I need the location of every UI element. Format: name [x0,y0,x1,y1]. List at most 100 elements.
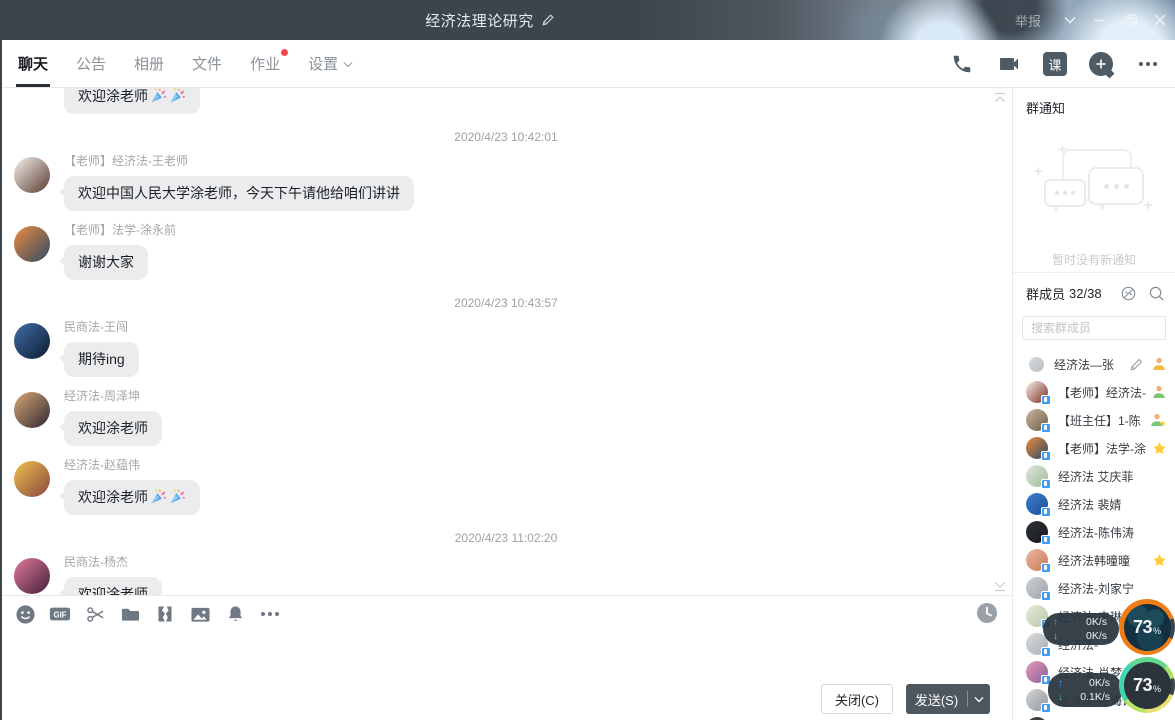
tab-5[interactable]: 设置 [306,40,355,87]
more-actions-icon[interactable] [1135,51,1161,77]
member-name: 经济法 艾庆菲 [1058,468,1167,485]
restore-button[interactable] [1115,0,1145,40]
image-icon[interactable] [189,603,211,625]
tab-3[interactable]: 文件 [190,40,224,87]
member-row-self[interactable]: 经济法—张 [1013,350,1175,378]
message-bubble: 欢迎涂老师 [64,480,200,515]
mute-icon[interactable] [1119,284,1137,302]
message-history-icon[interactable] [976,602,998,624]
message-bubble-partial: 欢迎涂老师 [64,88,200,114]
sender-name: 经济法-赵蕴伟 [64,458,1012,473]
member-avatar [1026,689,1048,711]
chat-message-list: 欢迎涂老师2020/4/23 10:42:01【老师】经济法-王老师欢迎中国人民… [0,88,1012,595]
tab-label: 聊天 [18,53,48,74]
member-avatar [1026,549,1048,571]
shake-window-icon[interactable] [154,603,176,625]
avatar[interactable] [14,558,50,594]
percent-gauge-1[interactable]: 73% [1119,599,1175,655]
tab-4[interactable]: 作业 [248,40,282,87]
member-name: 【老师】法学-涂 [1058,440,1148,457]
member-row[interactable]: 【老师】法学-涂 [1013,434,1175,462]
avatar[interactable] [14,392,50,428]
message-bubble: 谢谢大家 [64,245,148,280]
send-options-chevron-icon[interactable] [968,696,990,703]
video-call-icon[interactable] [996,51,1022,77]
avatar[interactable] [14,461,50,497]
net-speed-pill-2[interactable]: ↑0K/s ↓0.1K/s [1048,673,1122,707]
minimize-button[interactable] [1085,0,1115,40]
send-button-label[interactable]: 发送(S) [906,690,967,709]
tab-1[interactable]: 公告 [74,40,108,87]
tab-label: 文件 [192,53,222,74]
tab-actions: 课 [949,40,1161,88]
search-icon[interactable] [1147,284,1165,302]
member-row[interactable]: 经济法 裴婧 [1013,490,1175,518]
message: 经济法-周泽坤欢迎涂老师 [0,389,1012,446]
tab-2[interactable]: 相册 [132,40,166,87]
gif-icon[interactable]: GIF [49,603,71,625]
percent-gauge-2[interactable]: 73% [1119,657,1175,713]
star-icon [1152,553,1167,568]
notice-empty-text: 暂时没有新通知 [1013,251,1175,268]
emoji-icon[interactable] [14,603,36,625]
message: 【老师】法学-涂永前谢谢大家 [0,223,1012,280]
tab-label: 相册 [134,53,164,74]
person-orange-icon [1151,356,1167,372]
mobile-online-badge [1041,507,1051,517]
edit-title-icon[interactable] [541,13,555,27]
mobile-online-badge [1041,535,1051,545]
net-speed-widget-2[interactable]: ↑0K/s ↓0.1K/s 73% [1048,657,1175,715]
report-link[interactable]: 举报 [1015,11,1041,30]
net-speed-widget-1[interactable]: ↑0K/s ↓0K/s 73% [1043,599,1175,655]
scroll-to-bottom-icon[interactable] [992,578,1008,594]
download-speed: 0.1K/s [1080,691,1110,704]
class-icon[interactable]: 课 [1043,52,1067,76]
member-row[interactable]: 经济法-陈伟涛 [1013,518,1175,546]
more-tools-icon[interactable] [259,603,281,625]
mobile-online-badge [1041,563,1051,573]
member-row[interactable]: 经济法-刘家宁 [1013,574,1175,602]
scroll-to-top-icon[interactable] [992,90,1008,106]
member-row[interactable]: 经济法韩曈曈 [1013,546,1175,574]
titlebar: 经济法理论研究 举报 [0,0,1175,40]
avatar[interactable] [14,323,50,359]
bell-icon[interactable] [224,603,246,625]
upload-speed: 0K/s [1089,677,1110,690]
file-folder-icon[interactable] [119,603,141,625]
members-header: 群成员 32/38 [1013,280,1175,306]
message-bubble: 期待ing [64,342,139,377]
net-speed-pill-1[interactable]: ↑0K/s ↓0K/s [1043,613,1119,645]
tabs: 聊天 公告 相册 文件 作业设置 [0,40,355,87]
member-row[interactable]: 【班主任】1-陈 [1013,406,1175,434]
sender-name: 经济法-周泽坤 [64,389,1012,404]
mobile-online-badge [1041,479,1051,489]
member-row[interactable]: 【老师】经济法- [1013,378,1175,406]
message-input[interactable] [0,632,1012,682]
member-name: 经济法—张 [1054,356,1125,373]
sender-name: 民商法-王闯 [64,320,1012,335]
voice-call-icon[interactable] [949,51,975,77]
mobile-online-badge [1041,395,1051,405]
timestamp: 2020/4/23 11:02:20 [0,531,1012,545]
close-button[interactable] [1145,0,1175,40]
send-button[interactable]: 发送(S) [906,684,990,714]
member-row[interactable]: 经济法 艾庆菲 [1013,462,1175,490]
pencil-icon[interactable] [1129,357,1144,372]
member-avatar [1026,437,1048,459]
screenshot-icon[interactable] [84,603,106,625]
member-avatar [1026,493,1048,515]
member-search-input[interactable] [1022,316,1166,340]
close-chat-button[interactable]: 关闭(C) [821,684,893,714]
chevron-down-icon[interactable] [1055,0,1085,40]
sender-name: 民商法-杨杰 [64,555,1012,570]
add-bubble-icon[interactable] [1088,51,1114,77]
member-name: 经济法韩曈曈 [1058,552,1148,569]
party-popper-emoji [169,88,186,104]
avatar[interactable] [14,157,50,193]
timestamp: 2020/4/23 10:42:01 [0,130,1012,144]
avatar[interactable] [14,226,50,262]
member-avatar [1026,409,1048,431]
download-arrow-icon: ↓ [1053,630,1058,643]
sender-name: 【老师】法学-涂永前 [64,223,1012,238]
tab-0[interactable]: 聊天 [16,40,50,87]
